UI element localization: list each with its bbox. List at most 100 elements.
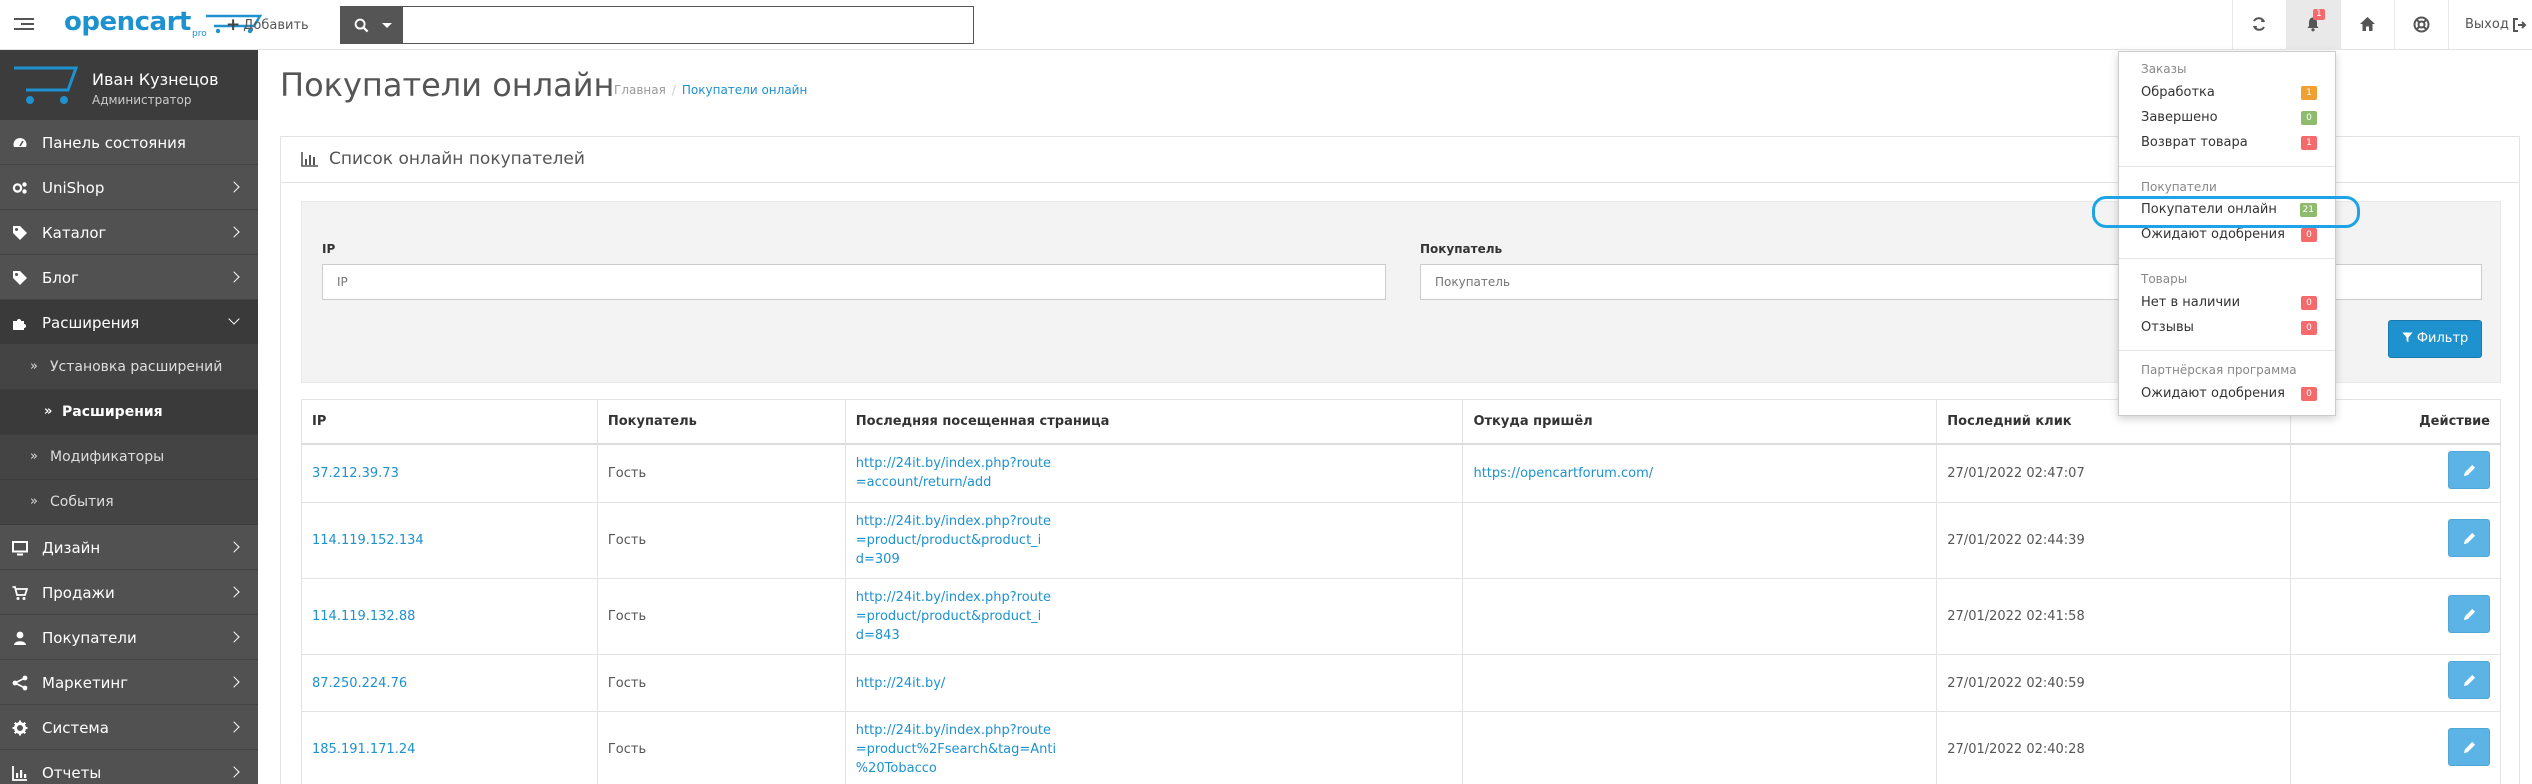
chevron-right-icon: [228, 721, 240, 733]
search-group: [340, 6, 974, 44]
edit-button[interactable]: [2448, 518, 2490, 557]
top-header: opencart pro + Добавить 1 Выход: [0, 0, 2532, 50]
sidebar-subitem-label: Расширения: [62, 404, 163, 420]
sidebar-item-reports[interactable]: Отчеты: [0, 750, 258, 784]
referer-cell[interactable]: [1462, 711, 1938, 784]
menu-toggle-icon[interactable]: [14, 16, 34, 34]
notifications-button[interactable]: 1: [2286, 0, 2340, 50]
dashboard-icon: [13, 138, 27, 147]
profile-block[interactable]: Иван Кузнецов Администратор: [0, 50, 258, 120]
referer-cell[interactable]: [1462, 654, 1938, 712]
last-page-cell[interactable]: http://24it.by/index.php?route =account/…: [844, 443, 1464, 503]
add-label: Добавить: [243, 18, 309, 33]
sidebar-item-system[interactable]: Система: [0, 705, 258, 750]
sidebar-subitem-events[interactable]: » События: [0, 480, 258, 525]
notif-item-affiliate-approval[interactable]: Ожидают одобрения 0: [2141, 384, 2317, 406]
last-click-cell: 27/01/2022 02:47:07: [1936, 443, 2292, 503]
notif-item-customers-approval[interactable]: Ожидают одобрения 0: [2141, 225, 2317, 247]
filter-button-label: Фильтр: [2416, 331, 2469, 346]
last-click-cell: 27/01/2022 02:44:39: [1936, 502, 2292, 579]
notif-divider: [2119, 350, 2335, 351]
notif-item-out-of-stock[interactable]: Нет в наличии 0: [2141, 293, 2317, 315]
chevron-right-icon: [228, 586, 240, 598]
edit-button[interactable]: [2448, 661, 2490, 699]
ip-cell[interactable]: 114.119.132.88: [301, 578, 598, 655]
sidebar-item-marketing[interactable]: Маркетинг: [0, 660, 258, 705]
table-row: 185.191.171.24 Гость http://24it.by/inde…: [301, 711, 2501, 784]
home-button[interactable]: [2340, 0, 2394, 50]
breadcrumb-home-link[interactable]: Главная: [614, 83, 666, 97]
refresh-button[interactable]: [2232, 0, 2286, 50]
life-ring-icon: [2413, 16, 2430, 33]
sidebar-subitem-modifications[interactable]: » Модификаторы: [0, 435, 258, 480]
tag-icon: [13, 226, 27, 240]
edit-button[interactable]: [2448, 727, 2490, 766]
notif-item-label: Завершено: [2141, 110, 2218, 125]
notif-count-badge: 1: [2301, 136, 2317, 150]
notif-item-processing[interactable]: Обработка 1: [2141, 83, 2317, 105]
search-icon: [354, 18, 369, 33]
sidebar-item-unishop[interactable]: UniShop: [0, 165, 258, 210]
logout-label: Выход: [2465, 17, 2509, 32]
last-click-cell: 27/01/2022 02:41:58: [1936, 578, 2292, 655]
sidebar-item-label: Каталог: [42, 224, 107, 242]
notification-count-badge: 1: [2313, 9, 2325, 20]
notif-item-complete[interactable]: Завершено 0: [2141, 108, 2317, 130]
sidebar-item-design[interactable]: Дизайн: [0, 525, 258, 570]
ip-cell[interactable]: 185.191.171.24: [301, 711, 598, 784]
notif-item-customers-online[interactable]: Покупатели онлайн 21: [2141, 200, 2317, 222]
page-title: Покупатели онлайн: [280, 66, 615, 104]
notif-item-label: Ожидают одобрения: [2141, 227, 2285, 242]
last-page-cell[interactable]: http://24it.by/index.php?route =product/…: [844, 502, 1464, 579]
customer-cell: Гость: [596, 443, 846, 503]
referer-cell[interactable]: [1462, 502, 1938, 579]
last-page-cell[interactable]: http://24it.by/index.php?route =product/…: [844, 578, 1464, 655]
add-button[interactable]: + Добавить: [226, 12, 309, 38]
profile-role: Администратор: [92, 93, 192, 107]
ip-cell[interactable]: 87.250.224.76: [301, 654, 598, 712]
opencart-logo[interactable]: opencart pro: [64, 7, 263, 41]
notif-item-returns[interactable]: Возврат товара 1: [2141, 133, 2317, 155]
search-input[interactable]: [402, 6, 974, 44]
double-chevron-icon: »: [30, 449, 38, 464]
ip-cell[interactable]: 37.212.39.73: [301, 443, 598, 503]
edit-button[interactable]: [2448, 451, 2490, 490]
column-header-last-page[interactable]: Последняя посещенная страница: [844, 399, 1464, 445]
sidebar-item-dashboard[interactable]: Панель состояния: [0, 120, 258, 165]
chart-icon: [12, 766, 27, 781]
referer-cell[interactable]: https://opencartforum.com/: [1462, 443, 1938, 503]
last-page-cell[interactable]: http://24it.by/index.php?route =product%…: [844, 711, 1464, 784]
referer-cell[interactable]: [1462, 578, 1938, 655]
caret-down-icon: [382, 23, 392, 28]
breadcrumb-current-link[interactable]: Покупатели онлайн: [682, 83, 807, 97]
help-button[interactable]: [2394, 0, 2448, 50]
filter-button[interactable]: Фильтр: [2388, 320, 2482, 358]
notif-count-badge: 0: [2301, 387, 2317, 401]
ip-filter-label: IP: [322, 242, 336, 256]
double-chevron-icon: »: [30, 494, 38, 509]
column-header-customer[interactable]: Покупатель: [596, 399, 846, 445]
logout-button[interactable]: Выход: [2448, 0, 2532, 50]
sidebar-subitem-install-extensions[interactable]: » Установка расширений: [0, 345, 258, 390]
notif-item-reviews[interactable]: Отзывы 0: [2141, 318, 2317, 340]
search-type-button[interactable]: [340, 6, 402, 44]
sidebar-subitem-extensions[interactable]: » Расширения: [0, 390, 258, 435]
edit-button[interactable]: [2448, 594, 2490, 633]
last-page-cell[interactable]: http://24it.by/: [844, 654, 1464, 712]
ip-cell[interactable]: 114.119.152.134: [301, 502, 598, 579]
sidebar-item-blog[interactable]: Блог: [0, 255, 258, 300]
notif-count-badge: 0: [2301, 296, 2317, 310]
tag-icon: [13, 271, 27, 285]
sidebar-item-extensions[interactable]: Расширения: [0, 300, 258, 345]
table-row: 114.119.152.134 Гость http://24it.by/ind…: [301, 502, 2501, 579]
chevron-right-icon: [228, 271, 240, 283]
sidebar-item-catalog[interactable]: Каталог: [0, 210, 258, 255]
column-header-referer[interactable]: Откуда пришёл: [1462, 399, 1938, 445]
share-icon: [12, 675, 28, 691]
ip-filter-input[interactable]: [322, 264, 1386, 300]
sidebar-item-sales[interactable]: Продажи: [0, 570, 258, 615]
column-header-ip[interactable]: IP: [301, 399, 598, 445]
customers-online-table: IP Покупатель Последняя посещенная стран…: [301, 399, 2501, 784]
sidebar-item-customers[interactable]: Покупатели: [0, 615, 258, 660]
notif-item-label: Ожидают одобрения: [2141, 386, 2285, 401]
